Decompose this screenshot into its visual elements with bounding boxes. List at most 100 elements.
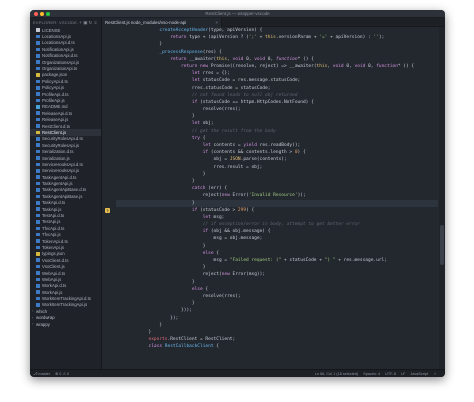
file-type-icon bbox=[36, 73, 40, 77]
status-line-ending[interactable]: LF bbox=[401, 372, 405, 376]
code-line[interactable]: resolve(rres); bbox=[116, 106, 438, 113]
code-line[interactable]: })); bbox=[116, 307, 438, 314]
code-line[interactable]: let msg; bbox=[116, 214, 438, 221]
code-line[interactable]: let statusCode = res.message.statusCode; bbox=[116, 77, 438, 84]
status-indentation[interactable]: Spaces: 4 bbox=[363, 372, 380, 376]
close-tab-icon[interactable]: × bbox=[215, 20, 218, 25]
code-line[interactable]: if (statusCode > 299) { bbox=[116, 207, 438, 214]
code-line[interactable]: else { bbox=[116, 250, 438, 257]
code-token: res.readBody(); bbox=[256, 143, 301, 148]
tab-restclient[interactable]: RestClient.js node_modules/vso-node-api … bbox=[102, 18, 222, 27]
editor-scrollbar[interactable] bbox=[439, 27, 445, 369]
file-item-label: TaskAgentApiBase.js bbox=[42, 193, 83, 199]
scrollbar-thumb[interactable] bbox=[440, 225, 444, 265]
code-line[interactable]: reject(new Error(msg)); bbox=[116, 271, 438, 278]
code-token: _processResponse bbox=[159, 49, 203, 55]
status-language[interactable]: JavaScript bbox=[410, 372, 428, 376]
code-token: void bbox=[332, 63, 344, 69]
editor-gutter[interactable]: ? bbox=[102, 27, 114, 369]
file-type-icon bbox=[36, 200, 40, 205]
file-type-icon bbox=[36, 85, 40, 90]
folder-item[interactable]: › wrappy bbox=[30, 321, 101, 327]
code-line[interactable]: let contents = yield res.readBody(); bbox=[116, 142, 438, 149]
code-token: * () { bbox=[397, 63, 415, 69]
code-area[interactable]: createAcceptHeader(type, apiVersion) { r… bbox=[116, 27, 438, 369]
code-line[interactable]: _processResponse(res) { bbox=[116, 49, 438, 56]
code-line[interactable]: createAcceptHeader(type, apiVersion) { bbox=[116, 27, 438, 34]
file-type-icon bbox=[36, 220, 40, 224]
code-line[interactable]: } bbox=[116, 243, 438, 250]
code-token: Promise((resolve, reject) => __awaiter( bbox=[208, 63, 317, 69]
file-type-icon bbox=[36, 188, 40, 192]
code-editor[interactable]: ? createAcceptHeader(type, apiVersion) {… bbox=[102, 27, 445, 369]
file-item-label: LocationsApi.js bbox=[42, 34, 71, 40]
code-line[interactable]: // not found leads to null obj returned bbox=[116, 92, 438, 99]
code-line[interactable]: exports.RestClient = RestClient; bbox=[116, 336, 438, 343]
code-line[interactable]: return type + (apiVersion ? (';' + this.… bbox=[116, 34, 438, 41]
code-line[interactable]: if (statusCode == httpm.HttpCodes.NotFou… bbox=[116, 99, 438, 106]
code-line[interactable]: rres.statusCode = statusCode; bbox=[116, 85, 438, 92]
file-type-icon bbox=[36, 47, 40, 52]
code-line[interactable]: // if exception/error in body, attempt t… bbox=[116, 221, 438, 228]
code-token: reject( bbox=[116, 193, 222, 199]
lightbulb-icon[interactable]: ? bbox=[105, 208, 110, 213]
code-line[interactable]: else { bbox=[116, 286, 438, 293]
explorer-sidebar: EXPLORER: VSCODE-... + ▣ ↻ ≡ LICENSE Loca… bbox=[30, 18, 102, 369]
code-line[interactable]: catch (err) { bbox=[116, 185, 438, 192]
code-line[interactable]: class RestCallbackClient { bbox=[116, 343, 438, 350]
code-line[interactable]: msg = obj.message; bbox=[116, 235, 438, 242]
status-branch[interactable]: ⎇ master bbox=[33, 371, 50, 376]
collapse-all-icon[interactable]: ≡ bbox=[93, 20, 98, 25]
code-line[interactable]: } bbox=[116, 264, 438, 271]
code-line[interactable]: msg = "Failed request: (" + statusCode +… bbox=[116, 257, 438, 264]
file-type-icon bbox=[36, 79, 40, 84]
code-token: (statusCode > bbox=[197, 207, 238, 213]
code-line[interactable]: return __awaiter(this, void 0, void 0, f… bbox=[116, 56, 438, 63]
file-item-label: TestApi.js bbox=[42, 219, 61, 225]
code-line[interactable]: try { bbox=[116, 135, 438, 142]
file-type-icon bbox=[36, 168, 40, 173]
file-type-icon bbox=[36, 137, 40, 141]
status-encoding[interactable]: UTF-8 bbox=[385, 372, 396, 376]
code-line[interactable]: } bbox=[116, 113, 438, 120]
file-item-label: NotificationApi.js bbox=[42, 46, 74, 52]
code-line[interactable]: }); bbox=[116, 315, 438, 322]
code-token: { bbox=[202, 286, 209, 292]
status-cursor-position[interactable]: Ln 66, Col 1 (18 selected) bbox=[315, 372, 358, 376]
file-item-label: ProfileApi.js bbox=[42, 97, 65, 103]
code-line[interactable]: if (contents && contents.length > 0) { bbox=[116, 149, 438, 156]
file-type-icon bbox=[36, 92, 40, 96]
feedback-icon[interactable]: ☺ bbox=[433, 372, 437, 376]
status-problems[interactable]: ⊗ 0 ⚠ 0 bbox=[55, 371, 69, 376]
code-line[interactable]: let rres = {}; bbox=[116, 70, 438, 77]
code-line[interactable]: } bbox=[116, 178, 438, 185]
code-line[interactable]: rres.result = obj; bbox=[116, 164, 438, 171]
file-type-icon bbox=[36, 284, 40, 288]
code-line[interactable]: } bbox=[116, 279, 438, 286]
code-line[interactable]: } bbox=[116, 329, 438, 336]
file-item-label: ReleaseApi.d.ts bbox=[42, 110, 73, 116]
code-line[interactable]: // get the result from the body bbox=[116, 128, 438, 135]
code-token: this bbox=[216, 56, 228, 62]
code-line[interactable]: return new Promise((resolve, reject) => … bbox=[116, 63, 438, 70]
code-line[interactable]: obj = JSON.parse(contents); bbox=[116, 156, 438, 163]
code-line[interactable]: } bbox=[116, 41, 438, 48]
code-line[interactable]: } bbox=[116, 322, 438, 329]
code-line[interactable]: reject(new Error('Invalid Resource')); bbox=[116, 192, 438, 199]
file-type-icon bbox=[36, 175, 40, 179]
code-line[interactable]: } bbox=[116, 199, 438, 207]
code-token: return bbox=[181, 63, 198, 69]
code-line[interactable]: let obj; bbox=[116, 120, 438, 127]
code-line[interactable]: resolve(rres); bbox=[116, 293, 438, 300]
code-token: } bbox=[116, 243, 206, 249]
code-token: Error( bbox=[229, 193, 249, 199]
code-line[interactable]: } bbox=[116, 300, 438, 307]
file-item-label: Serialization.d.ts bbox=[42, 149, 74, 155]
code-line[interactable]: } bbox=[116, 171, 438, 178]
file-item-label: Serialization.js bbox=[42, 155, 70, 161]
code-token: Error(msg)); bbox=[229, 272, 266, 278]
code-line[interactable]: if (obj && obj.message) { bbox=[116, 228, 438, 235]
code-token: return bbox=[170, 35, 187, 41]
